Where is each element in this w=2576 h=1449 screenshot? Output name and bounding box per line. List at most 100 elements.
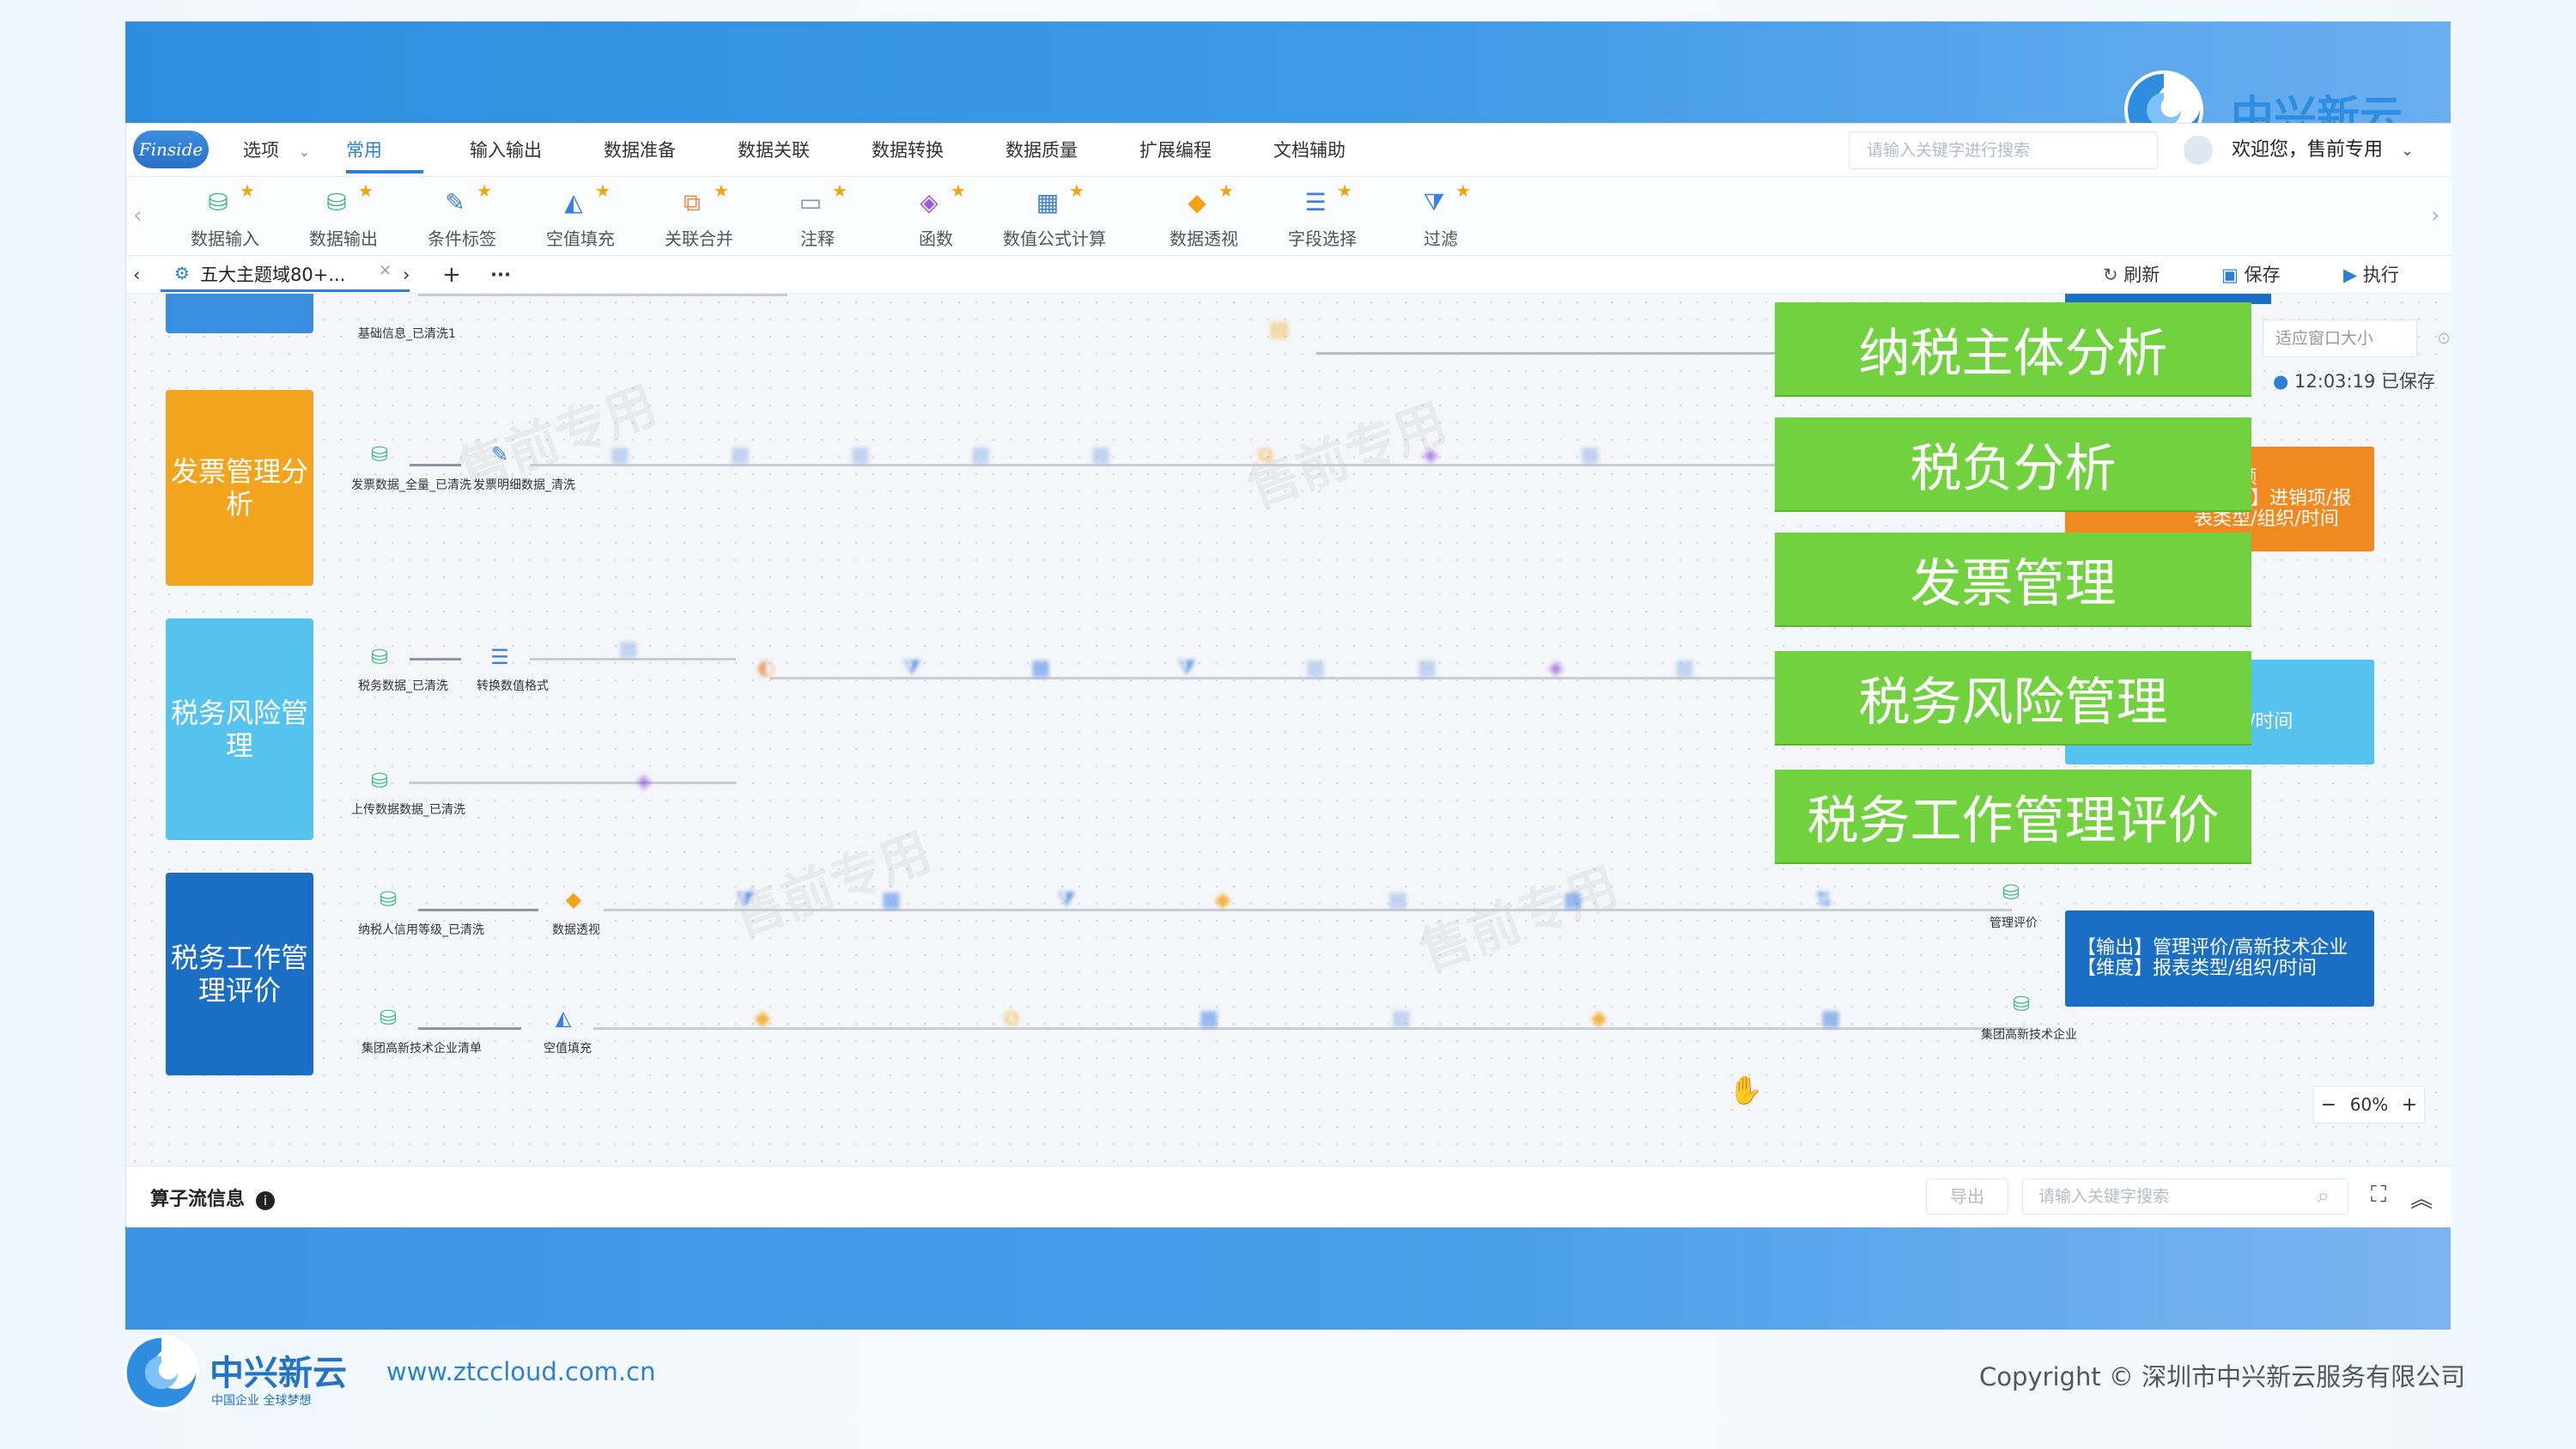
menu-item[interactable]: 数据转换 bbox=[872, 136, 944, 165]
tool-database-export[interactable]: ⛁ ★ 数据输出 bbox=[288, 177, 391, 256]
fullscreen-icon[interactable]: ⛶ bbox=[2371, 1182, 2386, 1209]
filter-node-icon[interactable]: ⧩ bbox=[899, 654, 925, 680]
menu-item[interactable]: 数据准备 bbox=[604, 136, 676, 165]
process-node-icon[interactable]: ▦ bbox=[1028, 654, 1054, 680]
process-node-icon[interactable]: ▦ bbox=[848, 441, 873, 467]
process-node-icon[interactable]: ▦ bbox=[607, 441, 633, 467]
database-node-icon[interactable]: ⛁ bbox=[375, 886, 401, 912]
favorite-star-icon[interactable]: ★ bbox=[832, 180, 848, 201]
tool-layers[interactable]: ◆ ★ 数据透视 bbox=[1148, 177, 1251, 256]
process-node-icon[interactable]: ▦ bbox=[1388, 1005, 1414, 1031]
save-button[interactable]: ▣ 保存 bbox=[2221, 261, 2281, 289]
database-output-node-icon[interactable]: ⛁ bbox=[1998, 880, 2024, 905]
filter-node-icon[interactable]: ⧩ bbox=[732, 886, 758, 912]
favorite-star-icon[interactable]: ★ bbox=[1455, 180, 1471, 201]
process-node-icon[interactable]: ▦ bbox=[968, 441, 993, 467]
menu-item[interactable]: 数据关联 bbox=[738, 136, 810, 165]
category-invoice-management[interactable]: 发票管理分析 bbox=[166, 390, 313, 586]
process-node-icon[interactable]: ▦ bbox=[1818, 1005, 1844, 1031]
tool-field-select[interactable]: ☰ ★ 字段选择 bbox=[1267, 177, 1370, 256]
operator-search-input[interactable]: 请输入关键字搜索 bbox=[2022, 1178, 2348, 1215]
function-node-icon[interactable]: ◈ bbox=[1543, 654, 1569, 680]
tool-calculator[interactable]: ▦ ★ 数值公式计算 bbox=[999, 177, 1106, 256]
run-button[interactable]: ▶ 执行 bbox=[2343, 261, 2399, 289]
tool-comment[interactable]: ▭ ★ 注释 bbox=[762, 177, 865, 256]
menu-item[interactable]: 常用 bbox=[346, 136, 382, 165]
favorite-star-icon[interactable]: ★ bbox=[595, 180, 611, 201]
fit-window-button[interactable]: 适应窗口大小 ⊙ bbox=[2263, 320, 2451, 357]
pivot-node-icon[interactable]: ◆ bbox=[1586, 1005, 1612, 1031]
tool-tag-edit[interactable]: ✎ ★ 条件标签 bbox=[406, 177, 509, 256]
search-icon[interactable]: ⌕ bbox=[2318, 1184, 2329, 1208]
database-output-node-icon[interactable]: ⛁ bbox=[2008, 991, 2034, 1017]
favorite-star-icon[interactable]: ★ bbox=[1069, 180, 1084, 201]
process-node-icon[interactable]: ▦ bbox=[1672, 654, 1698, 680]
category-tax-subject-partial[interactable] bbox=[166, 294, 313, 333]
filter-node-icon[interactable]: ⧩ bbox=[1174, 654, 1200, 680]
process-node-icon[interactable]: ▦ bbox=[1088, 441, 1114, 467]
footer-url-link[interactable]: www.ztccloud.com.cn bbox=[386, 1357, 655, 1386]
menu-item[interactable]: 数据质量 bbox=[1005, 136, 1078, 165]
process-node-icon[interactable]: ▦ bbox=[1577, 441, 1603, 467]
tab-close-icon[interactable]: × bbox=[379, 261, 392, 279]
function-node-icon[interactable]: ◈ bbox=[1418, 441, 1443, 467]
menu-item[interactable]: 输入输出 bbox=[470, 136, 542, 165]
tab-workflow[interactable]: ⚙ 五大主题域80+... × bbox=[161, 258, 410, 292]
menu-item[interactable]: 扩展编程 bbox=[1139, 136, 1212, 165]
category-tax-evaluation[interactable]: 税务工作管理评价 bbox=[166, 873, 313, 1075]
filter-node-icon[interactable]: ⧩ bbox=[1054, 886, 1079, 912]
sort-node-icon[interactable]: ⇅ bbox=[1811, 886, 1837, 912]
toolbar-scroll-left-icon[interactable]: ‹ bbox=[133, 203, 142, 228]
menu-item[interactable]: 文档辅助 bbox=[1273, 136, 1346, 165]
paint-bucket-node-icon[interactable]: ◭ bbox=[550, 1005, 576, 1031]
database-node-icon[interactable]: ⛁ bbox=[367, 441, 392, 467]
favorite-star-icon[interactable]: ★ bbox=[1337, 180, 1352, 201]
pivot-node-icon[interactable]: ◆ bbox=[561, 886, 586, 912]
new-tab-icon[interactable]: + bbox=[442, 261, 461, 289]
tool-paint-bucket[interactable]: ◭ ★ 空值填充 bbox=[525, 177, 628, 256]
process-node-icon[interactable]: ▦ bbox=[727, 441, 753, 467]
database-node-icon[interactable]: ⛁ bbox=[367, 768, 392, 794]
tool-function[interactable]: ◈ ★ 函数 bbox=[880, 177, 983, 256]
merge-node-icon[interactable]: ⧉ bbox=[999, 1005, 1024, 1031]
workflow-canvas[interactable]: 售前专用 售前专用 售前专用 售前专用 发票管理分析 税务风险管理 税务工作管理… bbox=[126, 294, 2451, 1166]
favorite-star-icon[interactable]: ★ bbox=[477, 180, 492, 201]
pivot-node-icon[interactable]: ▤ bbox=[1267, 316, 1292, 342]
tab-next-icon[interactable]: › bbox=[403, 261, 410, 289]
process-node-icon[interactable]: ▦ bbox=[1385, 886, 1411, 912]
zoom-in-icon[interactable]: + bbox=[2402, 1094, 2417, 1116]
welcome-user[interactable]: 欢迎您，售前专用 ⌄ bbox=[2232, 136, 2414, 166]
tool-filter[interactable]: ⧩ ★ 过滤 bbox=[1385, 177, 1488, 256]
process-node-icon[interactable]: ▦ bbox=[1196, 1005, 1222, 1031]
function-node-icon[interactable]: ◈ bbox=[631, 768, 657, 794]
database-node-icon[interactable]: ⛁ bbox=[367, 644, 392, 670]
process-node-icon[interactable]: ▦ bbox=[1560, 886, 1586, 912]
tab-prev-icon[interactable]: ‹ bbox=[133, 261, 140, 289]
process-node-icon[interactable]: ▦ bbox=[1303, 654, 1328, 680]
database-node-icon[interactable]: ⛁ bbox=[375, 1005, 401, 1031]
process-node-icon[interactable]: ▦ bbox=[878, 886, 904, 912]
merge-node-icon[interactable]: ⧉ bbox=[1253, 441, 1279, 467]
field-select-node-icon[interactable]: ☰ bbox=[487, 644, 513, 670]
tool-database-add[interactable]: ⛁ ★ 数据输入 bbox=[169, 177, 272, 256]
favorite-star-icon[interactable]: ★ bbox=[714, 180, 729, 201]
user-avatar[interactable] bbox=[2184, 136, 2213, 165]
favorite-star-icon[interactable]: ★ bbox=[951, 180, 966, 201]
pivot-node-icon[interactable]: ◆ bbox=[750, 1005, 775, 1031]
favorite-star-icon[interactable]: ★ bbox=[358, 180, 374, 201]
collapse-up-icon[interactable]: ︽ bbox=[2410, 1182, 2433, 1214]
merge-node-icon[interactable]: ◐ bbox=[753, 654, 779, 680]
export-button[interactable]: 导出 bbox=[1926, 1178, 2008, 1215]
options-menu[interactable]: 选项 ⌄ bbox=[243, 136, 310, 165]
tag-edit-node-icon[interactable]: ✎ bbox=[487, 441, 513, 467]
pivot-node-icon[interactable]: ◆ bbox=[1210, 886, 1236, 912]
more-tabs-icon[interactable]: ··· bbox=[490, 261, 511, 289]
refresh-button[interactable]: ↻ 刷新 bbox=[2103, 261, 2160, 289]
category-tax-risk[interactable]: 税务风险管理 bbox=[166, 618, 313, 840]
favorite-star-icon[interactable]: ★ bbox=[1218, 180, 1234, 201]
favorite-star-icon[interactable]: ★ bbox=[240, 180, 255, 201]
tool-merge[interactable]: ⧉ ★ 关联合并 bbox=[643, 177, 746, 256]
global-search-input[interactable]: 请输入关键字进行搜索 bbox=[1849, 131, 2158, 169]
toolbar-scroll-right-icon[interactable]: › bbox=[2431, 203, 2439, 228]
output-box-evaluation[interactable]: 【输出】管理评价/高新技术企业 【维度】报表类型/组织/时间 bbox=[2065, 910, 2374, 1007]
